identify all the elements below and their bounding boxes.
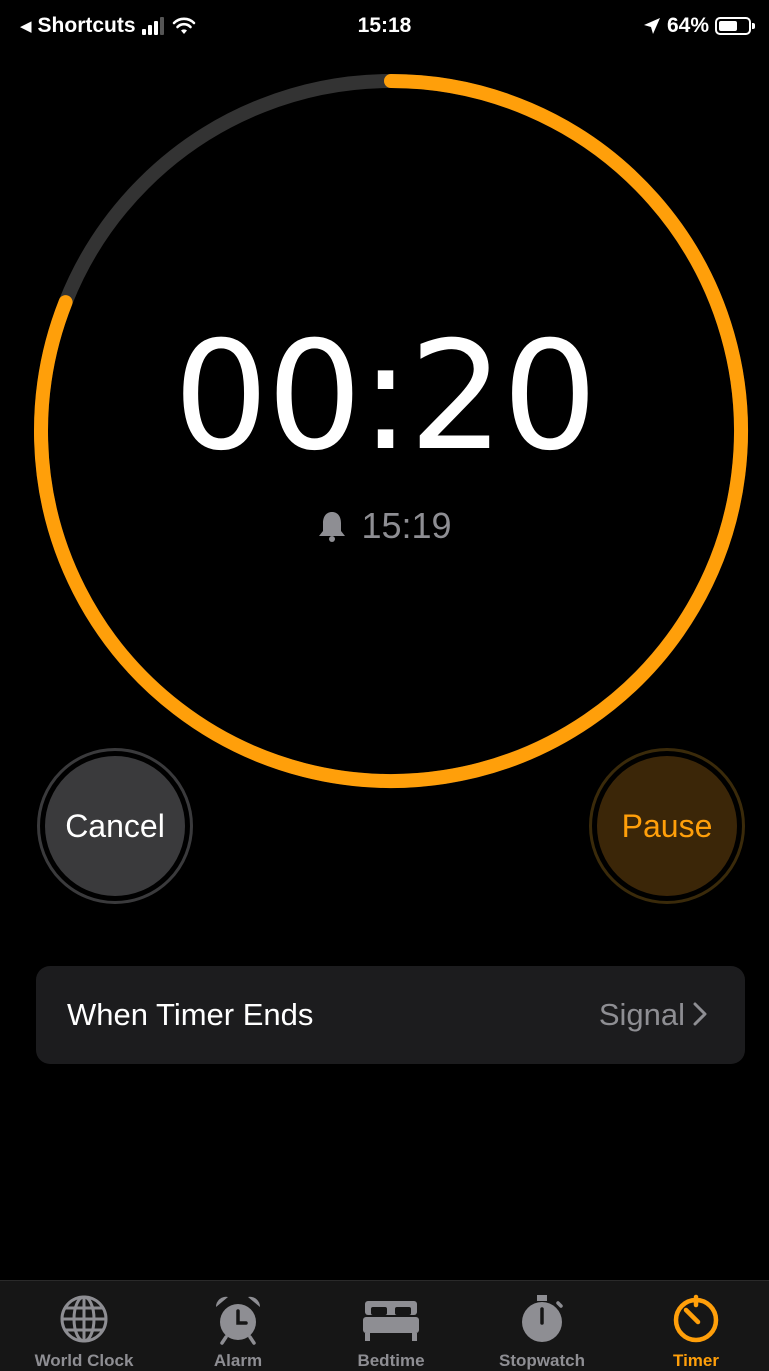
status-bar: ◀ Shortcuts 15:18 64% xyxy=(0,0,769,56)
tab-label: Alarm xyxy=(213,1351,263,1370)
when-timer-ends-label: When Timer Ends xyxy=(67,997,314,1032)
when-timer-ends-row[interactable]: When Timer Ends Signal xyxy=(36,966,745,1064)
tab-label: Timer xyxy=(673,1351,719,1370)
end-time-label: 15:19 xyxy=(361,505,452,546)
tab-bedtime[interactable]: Bedtime xyxy=(314,1281,468,1371)
tab-alarm[interactable]: Alarm xyxy=(161,1281,315,1371)
status-right: 64% xyxy=(643,14,755,38)
bell-icon xyxy=(319,512,346,542)
battery-fill xyxy=(719,21,737,31)
pause-button[interactable]: Pause xyxy=(589,748,745,904)
tab-bar: World Clock Alarm Bedtime Stopwatch Time… xyxy=(0,1280,769,1371)
time-remaining: 00:20 xyxy=(173,310,597,484)
cancel-button[interactable]: Cancel xyxy=(37,748,193,904)
bed-icon xyxy=(363,1301,419,1341)
stopwatch-icon xyxy=(522,1295,563,1342)
battery-percent: 64% xyxy=(666,14,709,37)
tab-world-clock[interactable]: World Clock xyxy=(7,1281,161,1371)
globe-icon xyxy=(60,1295,108,1343)
tab-label: Stopwatch xyxy=(499,1351,585,1370)
pause-button-label: Pause xyxy=(597,756,737,896)
tab-timer[interactable]: Timer xyxy=(619,1281,769,1371)
location-arrow-icon xyxy=(643,18,660,34)
chevron-right-icon xyxy=(693,1002,707,1026)
when-timer-ends-value: Signal xyxy=(598,997,685,1032)
timer-icon xyxy=(673,1294,719,1343)
tab-label: Bedtime xyxy=(357,1351,425,1370)
alarm-clock-icon xyxy=(215,1296,261,1345)
end-time-row: 15:19 xyxy=(0,505,769,547)
cancel-button-label: Cancel xyxy=(45,756,185,896)
tab-label: World Clock xyxy=(34,1351,134,1370)
tab-stopwatch[interactable]: Stopwatch xyxy=(465,1281,619,1371)
battery-icon xyxy=(715,17,755,35)
